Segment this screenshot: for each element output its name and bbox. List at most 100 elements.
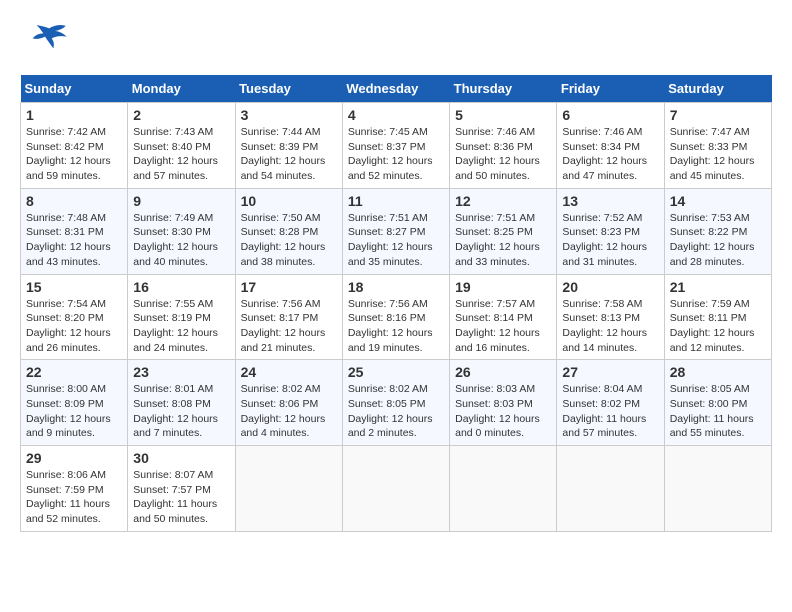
- day-cell-29: 29 Sunrise: 8:06 AM Sunset: 7:59 PM Dayl…: [21, 446, 128, 532]
- day-number: 9: [133, 193, 229, 209]
- day-number: 2: [133, 107, 229, 123]
- weekday-header-row: SundayMondayTuesdayWednesdayThursdayFrid…: [21, 75, 772, 103]
- day-cell-18: 18 Sunrise: 7:56 AM Sunset: 8:16 PM Dayl…: [342, 274, 449, 360]
- day-number: 13: [562, 193, 658, 209]
- day-info: Sunrise: 8:07 AM Sunset: 7:57 PM Dayligh…: [133, 468, 229, 527]
- weekday-header-monday: Monday: [128, 75, 235, 103]
- logo: [20, 20, 74, 65]
- day-number: 26: [455, 364, 551, 380]
- day-info: Sunrise: 7:51 AM Sunset: 8:25 PM Dayligh…: [455, 211, 551, 270]
- day-cell-13: 13 Sunrise: 7:52 AM Sunset: 8:23 PM Dayl…: [557, 188, 664, 274]
- day-number: 8: [26, 193, 122, 209]
- day-info: Sunrise: 7:46 AM Sunset: 8:36 PM Dayligh…: [455, 125, 551, 184]
- day-cell-23: 23 Sunrise: 8:01 AM Sunset: 8:08 PM Dayl…: [128, 360, 235, 446]
- day-number: 12: [455, 193, 551, 209]
- day-cell-25: 25 Sunrise: 8:02 AM Sunset: 8:05 PM Dayl…: [342, 360, 449, 446]
- day-cell-21: 21 Sunrise: 7:59 AM Sunset: 8:11 PM Dayl…: [664, 274, 771, 360]
- day-info: Sunrise: 7:49 AM Sunset: 8:30 PM Dayligh…: [133, 211, 229, 270]
- empty-cell: [450, 446, 557, 532]
- weekday-header-saturday: Saturday: [664, 75, 771, 103]
- day-info: Sunrise: 8:06 AM Sunset: 7:59 PM Dayligh…: [26, 468, 122, 527]
- day-cell-15: 15 Sunrise: 7:54 AM Sunset: 8:20 PM Dayl…: [21, 274, 128, 360]
- day-cell-1: 1 Sunrise: 7:42 AM Sunset: 8:42 PM Dayli…: [21, 103, 128, 189]
- day-number: 25: [348, 364, 444, 380]
- day-info: Sunrise: 8:01 AM Sunset: 8:08 PM Dayligh…: [133, 382, 229, 441]
- day-info: Sunrise: 8:00 AM Sunset: 8:09 PM Dayligh…: [26, 382, 122, 441]
- day-cell-30: 30 Sunrise: 8:07 AM Sunset: 7:57 PM Dayl…: [128, 446, 235, 532]
- day-cell-16: 16 Sunrise: 7:55 AM Sunset: 8:19 PM Dayl…: [128, 274, 235, 360]
- day-cell-6: 6 Sunrise: 7:46 AM Sunset: 8:34 PM Dayli…: [557, 103, 664, 189]
- day-info: Sunrise: 7:56 AM Sunset: 8:17 PM Dayligh…: [241, 297, 337, 356]
- day-info: Sunrise: 8:04 AM Sunset: 8:02 PM Dayligh…: [562, 382, 658, 441]
- day-info: Sunrise: 7:51 AM Sunset: 8:27 PM Dayligh…: [348, 211, 444, 270]
- week-row-3: 15 Sunrise: 7:54 AM Sunset: 8:20 PM Dayl…: [21, 274, 772, 360]
- day-number: 29: [26, 450, 122, 466]
- day-info: Sunrise: 7:57 AM Sunset: 8:14 PM Dayligh…: [455, 297, 551, 356]
- day-info: Sunrise: 7:52 AM Sunset: 8:23 PM Dayligh…: [562, 211, 658, 270]
- empty-cell: [342, 446, 449, 532]
- day-cell-22: 22 Sunrise: 8:00 AM Sunset: 8:09 PM Dayl…: [21, 360, 128, 446]
- weekday-header-wednesday: Wednesday: [342, 75, 449, 103]
- logo-icon: [20, 20, 70, 65]
- day-cell-5: 5 Sunrise: 7:46 AM Sunset: 8:36 PM Dayli…: [450, 103, 557, 189]
- day-info: Sunrise: 7:53 AM Sunset: 8:22 PM Dayligh…: [670, 211, 766, 270]
- day-info: Sunrise: 7:58 AM Sunset: 8:13 PM Dayligh…: [562, 297, 658, 356]
- day-number: 14: [670, 193, 766, 209]
- week-row-2: 8 Sunrise: 7:48 AM Sunset: 8:31 PM Dayli…: [21, 188, 772, 274]
- day-info: Sunrise: 7:43 AM Sunset: 8:40 PM Dayligh…: [133, 125, 229, 184]
- day-info: Sunrise: 8:02 AM Sunset: 8:06 PM Dayligh…: [241, 382, 337, 441]
- day-number: 16: [133, 279, 229, 295]
- day-number: 6: [562, 107, 658, 123]
- day-number: 24: [241, 364, 337, 380]
- day-number: 23: [133, 364, 229, 380]
- day-cell-28: 28 Sunrise: 8:05 AM Sunset: 8:00 PM Dayl…: [664, 360, 771, 446]
- day-info: Sunrise: 7:46 AM Sunset: 8:34 PM Dayligh…: [562, 125, 658, 184]
- empty-cell: [557, 446, 664, 532]
- day-info: Sunrise: 8:02 AM Sunset: 8:05 PM Dayligh…: [348, 382, 444, 441]
- day-info: Sunrise: 7:59 AM Sunset: 8:11 PM Dayligh…: [670, 297, 766, 356]
- week-row-1: 1 Sunrise: 7:42 AM Sunset: 8:42 PM Dayli…: [21, 103, 772, 189]
- empty-cell: [235, 446, 342, 532]
- day-cell-19: 19 Sunrise: 7:57 AM Sunset: 8:14 PM Dayl…: [450, 274, 557, 360]
- day-cell-3: 3 Sunrise: 7:44 AM Sunset: 8:39 PM Dayli…: [235, 103, 342, 189]
- week-row-5: 29 Sunrise: 8:06 AM Sunset: 7:59 PM Dayl…: [21, 446, 772, 532]
- weekday-header-sunday: Sunday: [21, 75, 128, 103]
- day-number: 22: [26, 364, 122, 380]
- day-cell-24: 24 Sunrise: 8:02 AM Sunset: 8:06 PM Dayl…: [235, 360, 342, 446]
- day-info: Sunrise: 7:54 AM Sunset: 8:20 PM Dayligh…: [26, 297, 122, 356]
- day-cell-11: 11 Sunrise: 7:51 AM Sunset: 8:27 PM Dayl…: [342, 188, 449, 274]
- page-header: [20, 20, 772, 65]
- day-number: 20: [562, 279, 658, 295]
- week-row-4: 22 Sunrise: 8:00 AM Sunset: 8:09 PM Dayl…: [21, 360, 772, 446]
- day-number: 18: [348, 279, 444, 295]
- day-cell-7: 7 Sunrise: 7:47 AM Sunset: 8:33 PM Dayli…: [664, 103, 771, 189]
- empty-cell: [664, 446, 771, 532]
- day-cell-26: 26 Sunrise: 8:03 AM Sunset: 8:03 PM Dayl…: [450, 360, 557, 446]
- day-cell-4: 4 Sunrise: 7:45 AM Sunset: 8:37 PM Dayli…: [342, 103, 449, 189]
- day-number: 7: [670, 107, 766, 123]
- day-number: 17: [241, 279, 337, 295]
- day-number: 15: [26, 279, 122, 295]
- day-cell-9: 9 Sunrise: 7:49 AM Sunset: 8:30 PM Dayli…: [128, 188, 235, 274]
- day-number: 19: [455, 279, 551, 295]
- weekday-header-friday: Friday: [557, 75, 664, 103]
- day-cell-2: 2 Sunrise: 7:43 AM Sunset: 8:40 PM Dayli…: [128, 103, 235, 189]
- weekday-header-tuesday: Tuesday: [235, 75, 342, 103]
- day-cell-17: 17 Sunrise: 7:56 AM Sunset: 8:17 PM Dayl…: [235, 274, 342, 360]
- day-info: Sunrise: 7:48 AM Sunset: 8:31 PM Dayligh…: [26, 211, 122, 270]
- day-info: Sunrise: 7:44 AM Sunset: 8:39 PM Dayligh…: [241, 125, 337, 184]
- day-number: 3: [241, 107, 337, 123]
- day-cell-27: 27 Sunrise: 8:04 AM Sunset: 8:02 PM Dayl…: [557, 360, 664, 446]
- day-number: 5: [455, 107, 551, 123]
- weekday-header-thursday: Thursday: [450, 75, 557, 103]
- day-number: 28: [670, 364, 766, 380]
- day-number: 1: [26, 107, 122, 123]
- day-info: Sunrise: 8:05 AM Sunset: 8:00 PM Dayligh…: [670, 382, 766, 441]
- day-info: Sunrise: 7:45 AM Sunset: 8:37 PM Dayligh…: [348, 125, 444, 184]
- day-info: Sunrise: 7:47 AM Sunset: 8:33 PM Dayligh…: [670, 125, 766, 184]
- day-cell-8: 8 Sunrise: 7:48 AM Sunset: 8:31 PM Dayli…: [21, 188, 128, 274]
- day-cell-20: 20 Sunrise: 7:58 AM Sunset: 8:13 PM Dayl…: [557, 274, 664, 360]
- day-number: 27: [562, 364, 658, 380]
- day-number: 4: [348, 107, 444, 123]
- day-info: Sunrise: 7:55 AM Sunset: 8:19 PM Dayligh…: [133, 297, 229, 356]
